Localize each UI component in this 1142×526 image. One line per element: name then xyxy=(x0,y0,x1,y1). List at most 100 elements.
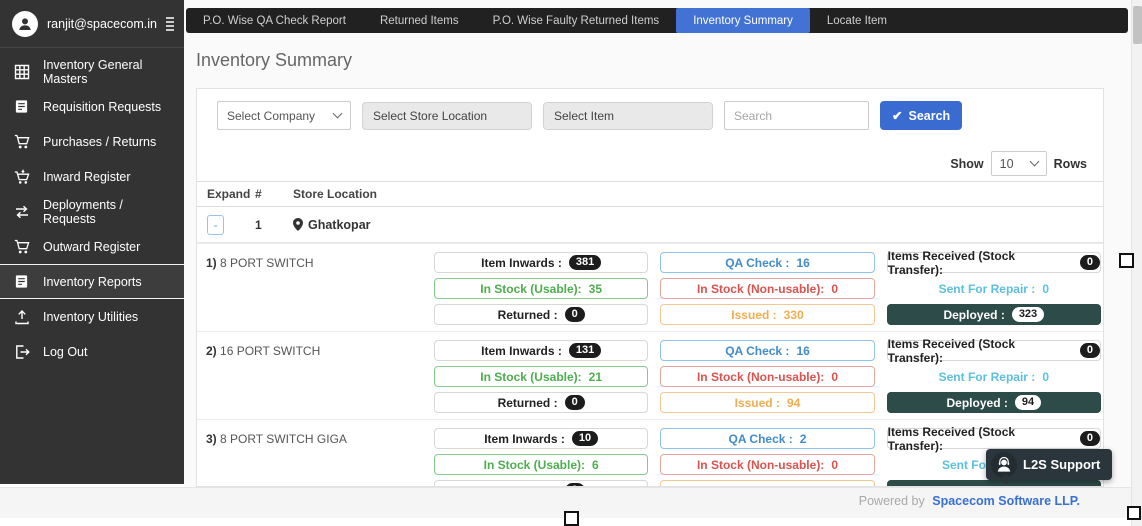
l2s-support-button[interactable]: L2S Support xyxy=(986,449,1112,480)
header-store-location: Store Location xyxy=(293,187,1103,201)
tab-inventory-summary[interactable]: Inventory Summary xyxy=(676,8,810,33)
stat-in-stock-non-usable: In Stock (Non-usable):0 xyxy=(660,454,874,475)
store-location-row: - 1 Ghatkopar xyxy=(197,207,1103,243)
item-name: 3) 8 PORT SWITCH GIGA xyxy=(206,428,434,487)
collapse-row-button[interactable]: - xyxy=(207,215,224,235)
stat-in-stock-usable: In Stock (Usable):21 xyxy=(434,366,648,387)
stat-qa-check: QA Check :16 xyxy=(660,252,874,273)
item-select[interactable]: Select Item xyxy=(543,102,713,130)
sidebar: ranjit@spacecom.in Inventory General Mas… xyxy=(0,0,184,484)
user-email: ranjit@spacecom.in xyxy=(47,17,157,31)
stat-deployed: Deployed :323 xyxy=(887,304,1101,325)
item-name: 1) 8 PORT SWITCH xyxy=(206,252,434,325)
stat-items-received: Items Received (Stock Transfer):0 xyxy=(887,340,1101,361)
count-badge: 131 xyxy=(569,343,601,358)
sidebar-item-label: Inventory General Masters xyxy=(43,58,174,86)
user-avatar-icon xyxy=(12,11,38,37)
count-badge: 0 xyxy=(1080,255,1100,270)
stat-items-received: Items Received (Stock Transfer):0 xyxy=(887,252,1101,273)
tab-po-wise-qa-check-report[interactable]: P.O. Wise QA Check Report xyxy=(186,8,363,33)
tab-po-wise-faulty-returned-items[interactable]: P.O. Wise Faulty Returned Items xyxy=(476,8,677,33)
count-badge: 0 xyxy=(1080,343,1100,358)
item-stats: Item Inwards :381 QA Check :16 Items Rec… xyxy=(434,252,1101,325)
tab-locate-item[interactable]: Locate Item xyxy=(810,8,904,33)
show-rows-control: Show 10 Rows xyxy=(197,151,1103,176)
sidebar-item-inventory-utilities[interactable]: Inventory Utilities xyxy=(0,299,184,334)
sidebar-item-label: Inward Register xyxy=(43,170,131,184)
stat-sent-for-repair: Sent For Repair :0 xyxy=(887,278,1101,299)
map-pin-icon xyxy=(293,218,303,231)
selection-handle[interactable] xyxy=(1119,253,1134,268)
stat-issued: Issued :94 xyxy=(660,392,874,413)
stat-deployed: Deployed : xyxy=(887,480,1101,487)
report-icon xyxy=(13,273,30,290)
count-badge: 0 xyxy=(1080,431,1100,446)
scrollbar-thumb[interactable] xyxy=(1133,6,1142,44)
cart-icon xyxy=(13,133,30,150)
header-expand: Expand xyxy=(197,187,255,201)
sidebar-item-label: Inventory Reports xyxy=(43,275,142,289)
store-location-select[interactable]: Select Store Location xyxy=(362,102,532,130)
spacecom-link[interactable]: Spacecom Software LLP. xyxy=(932,494,1080,508)
stat-returned: Returned :0 xyxy=(434,304,648,325)
stat-sent-for-repair: Sent For Repair :0 xyxy=(887,366,1101,387)
chevron-down-icon xyxy=(1029,157,1039,167)
upload-icon xyxy=(13,308,30,325)
item-row-8-port-switch-giga: 3) 8 PORT SWITCH GIGA Item Inwards :10 Q… xyxy=(197,419,1103,487)
sidebar-item-deployments-requests[interactable]: Deployments / Requests xyxy=(0,194,184,229)
item-row-8-port-switch: 1) 8 PORT SWITCH Item Inwards :381 QA Ch… xyxy=(197,243,1103,331)
search-button[interactable]: ✔ Search xyxy=(880,101,962,130)
item-name: 2) 16 PORT SWITCH xyxy=(206,340,434,413)
sidebar-item-inventory-reports[interactable]: Inventory Reports xyxy=(0,264,184,299)
stat-in-stock-usable: In Stock (Usable):6 xyxy=(434,454,648,475)
store-location-name: Ghatkopar xyxy=(293,218,1103,232)
logout-icon xyxy=(13,343,30,360)
inventory-summary-card: Select Company Select Store Location Sel… xyxy=(196,88,1104,487)
sidebar-item-inventory-general-masters[interactable]: Inventory General Masters xyxy=(0,54,184,89)
hamburger-menu-icon[interactable] xyxy=(166,17,174,31)
stat-deployed: Deployed :94 xyxy=(887,392,1101,413)
company-select[interactable]: Select Company xyxy=(217,101,351,130)
page-title: Inventory Summary xyxy=(196,50,352,71)
count-badge: 10 xyxy=(572,431,598,446)
stat-item-inwards: Item Inwards :381 xyxy=(434,252,648,273)
selection-handle[interactable] xyxy=(1127,506,1141,520)
filter-bar: Select Company Select Store Location Sel… xyxy=(197,89,1103,130)
stat-returned: Returned :0 xyxy=(434,480,648,487)
item-row-16-port-switch: 2) 16 PORT SWITCH Item Inwards :131 QA C… xyxy=(197,331,1103,419)
swap-arrows-icon xyxy=(13,203,30,220)
grid-icon xyxy=(13,63,30,80)
selection-handle[interactable] xyxy=(564,511,579,526)
sidebar-item-log-out[interactable]: Log Out xyxy=(0,334,184,369)
powered-by-text: Powered by xyxy=(859,494,925,508)
header-index: # xyxy=(255,187,293,201)
sidebar-item-outward-register[interactable]: Outward Register xyxy=(0,229,184,264)
count-badge: 323 xyxy=(1012,307,1044,322)
sidebar-item-label: Outward Register xyxy=(43,240,140,254)
show-label: Show xyxy=(950,157,983,171)
sidebar-item-label: Requisition Requests xyxy=(43,100,161,114)
stat-items-received: Items Received (Stock Transfer):0 xyxy=(887,428,1101,449)
rows-per-page-select[interactable]: 10 xyxy=(991,151,1047,176)
stat-qa-check: QA Check :2 xyxy=(660,428,874,449)
chevron-down-icon xyxy=(333,109,343,119)
user-row: ranjit@spacecom.in xyxy=(0,0,184,48)
stat-returned: Returned :0 xyxy=(434,392,648,413)
stat-issued: Issued :330 xyxy=(660,304,874,325)
sidebar-item-requisition-requests[interactable]: Requisition Requests xyxy=(0,89,184,124)
top-nav-tabs: P.O. Wise QA Check Report Returned Items… xyxy=(186,8,1128,33)
support-label: L2S Support xyxy=(1023,457,1100,472)
sidebar-menu: Inventory General Masters Requisition Re… xyxy=(0,48,184,369)
sidebar-item-purchases-returns[interactable]: Purchases / Returns xyxy=(0,124,184,159)
tab-returned-items[interactable]: Returned Items xyxy=(363,8,476,33)
stat-item-inwards: Item Inwards :10 xyxy=(434,428,648,449)
item-stats: Item Inwards :131 QA Check :16 Items Rec… xyxy=(434,340,1101,413)
count-badge: 0 xyxy=(565,395,585,410)
search-input[interactable] xyxy=(724,101,869,130)
stat-qa-check: QA Check :16 xyxy=(660,340,874,361)
cart-icon xyxy=(13,238,30,255)
document-icon xyxy=(13,98,30,115)
sidebar-item-label: Deployments / Requests xyxy=(43,198,174,226)
check-icon: ✔ xyxy=(892,108,902,123)
sidebar-item-inward-register[interactable]: Inward Register xyxy=(0,159,184,194)
